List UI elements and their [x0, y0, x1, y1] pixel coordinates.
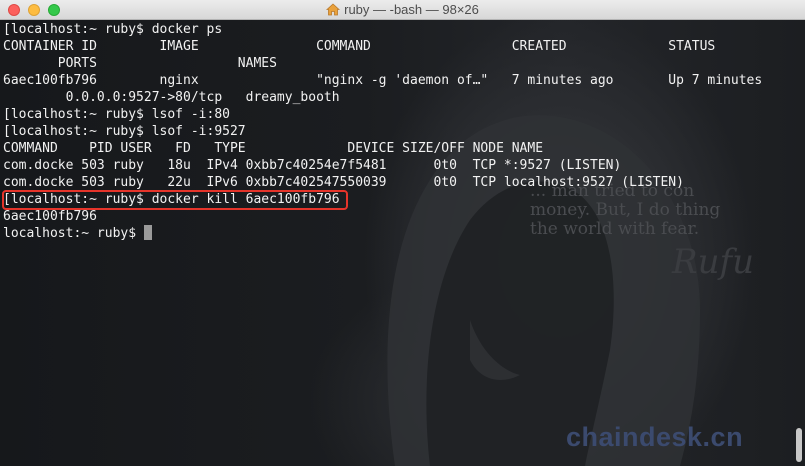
terminal-line: com.docke 503 ruby 18u IPv4 0xbb7c40254e…	[3, 158, 622, 173]
terminal-prompt-line[interactable]: localhost:~ ruby$	[3, 225, 762, 242]
scrollbar-thumb[interactable]	[796, 428, 802, 462]
terminal-prompt: localhost:~ ruby$	[3, 226, 144, 241]
vertical-scrollbar[interactable]	[793, 20, 805, 466]
text-cursor	[143, 225, 152, 240]
terminal-line: com.docke 503 ruby 22u IPv6 0xbb7c402547…	[3, 175, 684, 190]
title-bar[interactable]: ruby — -bash — 98×26	[0, 0, 805, 20]
watermark-text: chaindesk.cn	[566, 422, 744, 452]
terminal-line: [localhost:~ ruby$ docker ps	[3, 22, 223, 37]
home-folder-icon	[326, 2, 341, 22]
background-signature: Rufu	[672, 242, 754, 282]
terminal-line: 0.0.0.0:9527->80/tcp dreamy_booth	[3, 90, 340, 105]
terminal-line: 6aec100fb796	[3, 209, 97, 224]
terminal-line: 6aec100fb796 nginx "nginx -g 'daemon of……	[3, 73, 763, 88]
terminal-line: [localhost:~ ruby$ lsof -i:9527	[3, 124, 246, 139]
command-highlight-box	[2, 190, 348, 210]
terminal-view[interactable]: ... man tried to con money. But, I do th…	[0, 20, 805, 466]
terminal-line: CONTAINER ID IMAGE COMMAND CREATED STATU…	[3, 39, 716, 54]
terminal-line: PORTS NAMES	[3, 56, 277, 71]
terminal-line: [localhost:~ ruby$ lsof -i:80	[3, 107, 230, 122]
terminal-line: COMMAND PID USER FD TYPE DEVICE SIZE/OFF…	[3, 141, 544, 156]
window-title: ruby — -bash — 98×26	[344, 2, 479, 17]
window-title-area: ruby — -bash — 98×26	[0, 0, 805, 20]
